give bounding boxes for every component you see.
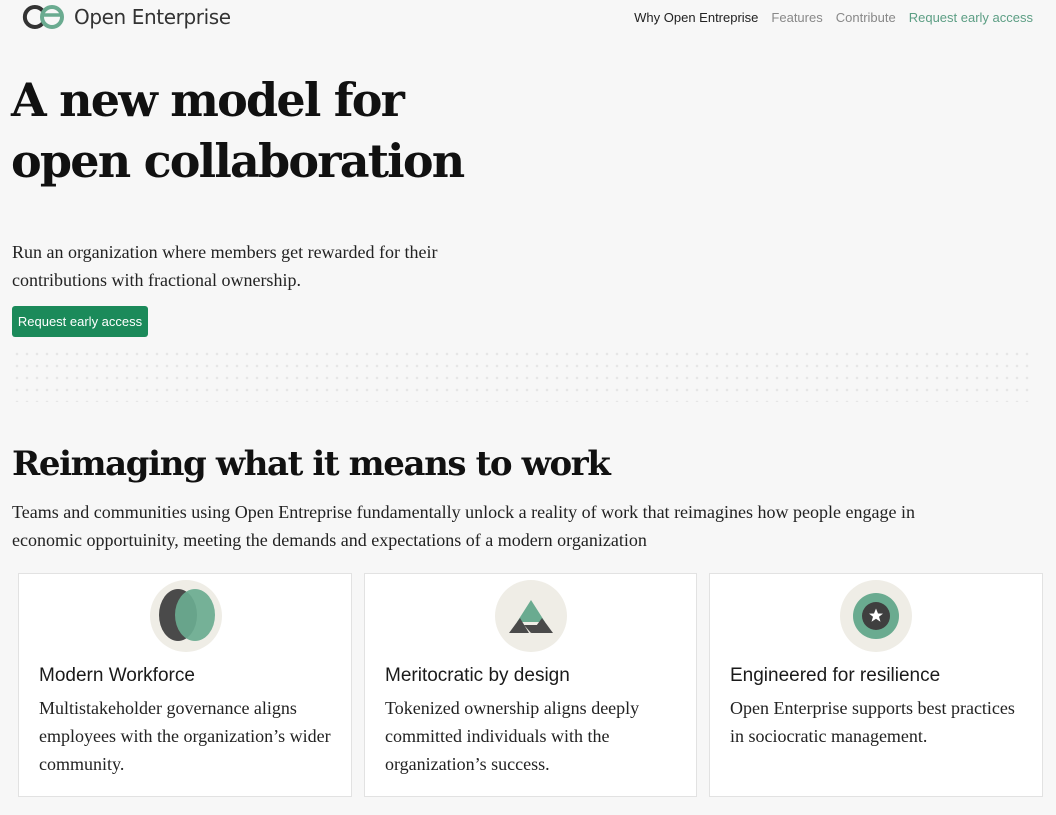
feature-card-modern-workforce: Modern Workforce Multistakeholder govern… (18, 573, 352, 797)
mountains-icon (495, 580, 567, 652)
section-title: Reimaging what it means to work (12, 444, 611, 484)
top-nav: Open Enterprise Why Open Entreprise Feat… (0, 0, 1056, 36)
request-early-access-button[interactable]: Request early access (12, 306, 148, 337)
feature-card-meritocratic: Meritocratic by design Tokenized ownersh… (364, 573, 697, 797)
nav-links: Why Open Entreprise Features Contribute … (634, 10, 1033, 25)
card-title: Modern Workforce (39, 665, 195, 686)
card-text: Tokenized ownership aligns deeply commit… (385, 698, 640, 774)
dot-pattern-divider (12, 348, 1032, 402)
hero-subtitle: Run an organization where members get re… (12, 242, 438, 290)
nav-link-features[interactable]: Features (771, 10, 822, 25)
logo-mark-icon (22, 5, 64, 29)
section-description: Teams and communities using Open Entrepr… (12, 502, 915, 550)
nav-link-why[interactable]: Why Open Entreprise (634, 10, 758, 25)
nav-link-request-access[interactable]: Request early access (909, 10, 1033, 25)
feature-card-resilience: Engineered for resilience Open Enterpris… (709, 573, 1043, 797)
card-text: Multistakeholder governance aligns emplo… (39, 698, 331, 774)
overlapping-circles-icon (150, 580, 222, 652)
card-title: Meritocratic by design (385, 665, 570, 686)
brand-logo[interactable]: Open Enterprise (21, 3, 231, 31)
star-badge-icon (840, 580, 912, 652)
card-text: Open Enterprise supports best practices … (730, 698, 1015, 746)
hero-title-line-1: A new model for (11, 73, 405, 127)
brand-name: Open Enterprise (74, 5, 231, 29)
card-title: Engineered for resilience (730, 665, 941, 686)
hero-title-line-2: open collaboration (11, 134, 465, 188)
hero-title: A new model for open collaboration (11, 70, 571, 192)
nav-link-contribute[interactable]: Contribute (836, 10, 896, 25)
